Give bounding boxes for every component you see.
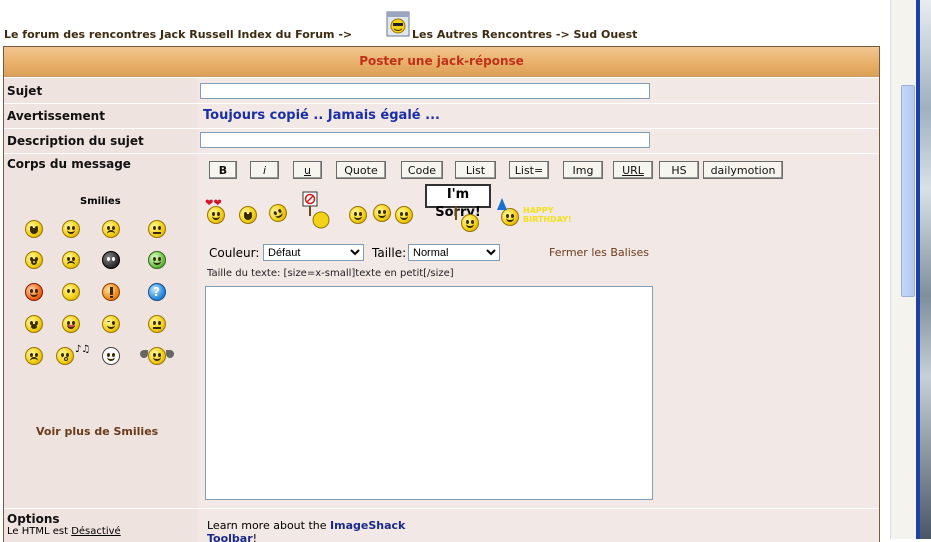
list-ordered-button[interactable]: List= (509, 161, 549, 179)
color-label: Couleur: (209, 246, 260, 260)
form-header: Poster une jack-réponse (4, 47, 879, 77)
smiley-question-icon[interactable]: ? (148, 283, 166, 301)
smiley-tongue-icon[interactable] (62, 315, 80, 333)
animated-smilies-row: ❤❤ I'm Sorry! HAPPY BIRTHDAY! (199, 184, 599, 232)
url-button[interactable]: URL (613, 161, 653, 179)
description-input[interactable] (200, 132, 650, 148)
hs-button[interactable]: HS (659, 161, 699, 179)
img-button[interactable]: Img (563, 161, 603, 179)
party-hat-icon (497, 198, 507, 210)
smiley-cool-icon[interactable] (102, 251, 120, 269)
imageshack-suffix: ! (252, 532, 258, 542)
dailymotion-button[interactable]: dailymotion (703, 161, 783, 179)
breadcrumb: Le forum des rencontres Jack Russell Ind… (4, 0, 704, 44)
subject-input[interactable] (200, 83, 650, 99)
smiley-angry-icon[interactable] (102, 220, 120, 238)
code-button[interactable]: Code (401, 161, 443, 179)
smiley-evil-icon[interactable] (25, 283, 43, 301)
smiley-sick-icon[interactable] (148, 251, 166, 269)
smiley-sorry-icon (461, 214, 479, 232)
smiley-shock-icon[interactable] (25, 315, 43, 333)
smiley-cry-icon[interactable] (25, 347, 43, 365)
body-label: Corps du message (7, 157, 131, 171)
post-form: Poster une jack-réponse Sujet Avertissem… (3, 46, 880, 542)
smiley-group2-icon[interactable] (373, 204, 391, 222)
breadcrumb-category-link[interactable]: Les Autres Rencontres -> Sud Ouest (412, 28, 637, 41)
description-row: Description du sujet (4, 128, 879, 153)
hearts-icon: ❤❤ (205, 198, 222, 209)
background-window-border (916, 0, 920, 539)
close-tags-link[interactable]: Fermer les Balises (549, 246, 649, 259)
imageshack-line-2: Toolbar! (207, 532, 257, 542)
quote-button[interactable]: Quote (336, 161, 386, 179)
wing-right-icon (166, 350, 174, 358)
page: Le forum des rencontres Jack Russell Ind… (0, 0, 890, 542)
smiley-group1-icon[interactable] (349, 206, 367, 224)
wing-left-icon (140, 350, 148, 358)
html-status: Le HTML est Désactivé (7, 526, 121, 537)
imageshack-prefix: Learn more about the (207, 519, 331, 532)
smiley-confused-icon[interactable] (148, 220, 166, 238)
color-select[interactable]: Défaut (263, 244, 364, 261)
description-label: Description du sujet (7, 134, 144, 148)
size-label: Taille: (372, 246, 407, 260)
size-select[interactable]: Normal (408, 244, 500, 261)
more-smilies-link[interactable]: Voir plus de Smilies (36, 425, 158, 438)
body-row: Corps du message Smilies ? ♪♫ Voir plus … (4, 153, 879, 508)
smiley-rolleyes-icon[interactable] (148, 315, 166, 333)
sorry-sign[interactable]: I'm Sorry! (425, 184, 491, 220)
list-button[interactable]: List (455, 161, 496, 179)
music-notes-icon: ♪♫ (75, 344, 91, 355)
help-line: Taille du texte: [size=x-small]texte en … (207, 268, 454, 279)
smiley-clap-icon[interactable] (266, 201, 290, 225)
breadcrumb-forum-link[interactable]: Le forum des rencontres Jack Russell Ind… (4, 28, 352, 41)
options-label: Options (7, 512, 60, 526)
smiley-whistle-icon[interactable] (56, 347, 74, 365)
smiley-party-icon[interactable] (501, 208, 519, 226)
subject-label: Sujet (7, 84, 43, 98)
options-row: Options Le HTML est Désactivé Learn more… (4, 508, 879, 542)
smiley-wink-icon[interactable] (102, 315, 120, 333)
smiley-dead-icon[interactable] (62, 283, 80, 301)
smiley-group3-icon[interactable] (395, 206, 413, 224)
imageshack-link[interactable]: ImageShack (330, 519, 405, 532)
smiley-surprised-icon[interactable] (25, 251, 43, 269)
sign-pole (455, 206, 457, 220)
protest-sign-icon[interactable] (301, 190, 331, 230)
bold-button[interactable]: B (209, 161, 237, 179)
forum-icon (386, 11, 410, 37)
smiley-smile-icon[interactable] (62, 220, 80, 238)
imageshack-toolbar-link[interactable]: Toolbar (207, 532, 253, 542)
html-status-link[interactable]: Désactivé (71, 526, 120, 537)
vertical-scrollbar[interactable] (890, 0, 917, 539)
smiley-exclaim-icon[interactable] (102, 283, 120, 301)
warning-row: Avertissement Toujours copié .. Jamais é… (4, 103, 879, 128)
smiley-innocent-icon[interactable] (102, 347, 120, 365)
birthday-text: HAPPY BIRTHDAY! (523, 206, 572, 224)
message-textarea[interactable] (205, 286, 653, 500)
italic-button[interactable]: i (250, 161, 279, 179)
bbcode-toolbar: B i u Quote Code List List= Img URL HS d… (199, 161, 879, 181)
smiley-sad-icon[interactable] (62, 251, 80, 269)
html-status-prefix: Le HTML est (7, 526, 72, 537)
smilies-title: Smilies (80, 196, 121, 207)
smiley-laugh-icon[interactable] (25, 220, 43, 238)
warning-text: Toujours copié .. Jamais égalé ... (203, 108, 440, 123)
warning-label: Avertissement (7, 109, 105, 123)
subject-row: Sujet (4, 77, 879, 103)
underline-button[interactable]: u (293, 161, 322, 179)
imageshack-line: Learn more about the ImageShack (207, 519, 405, 532)
smiley-grin-icon[interactable] (239, 206, 257, 224)
smiley-flying-icon[interactable] (148, 347, 166, 365)
scrollbar-thumb[interactable] (901, 85, 915, 297)
